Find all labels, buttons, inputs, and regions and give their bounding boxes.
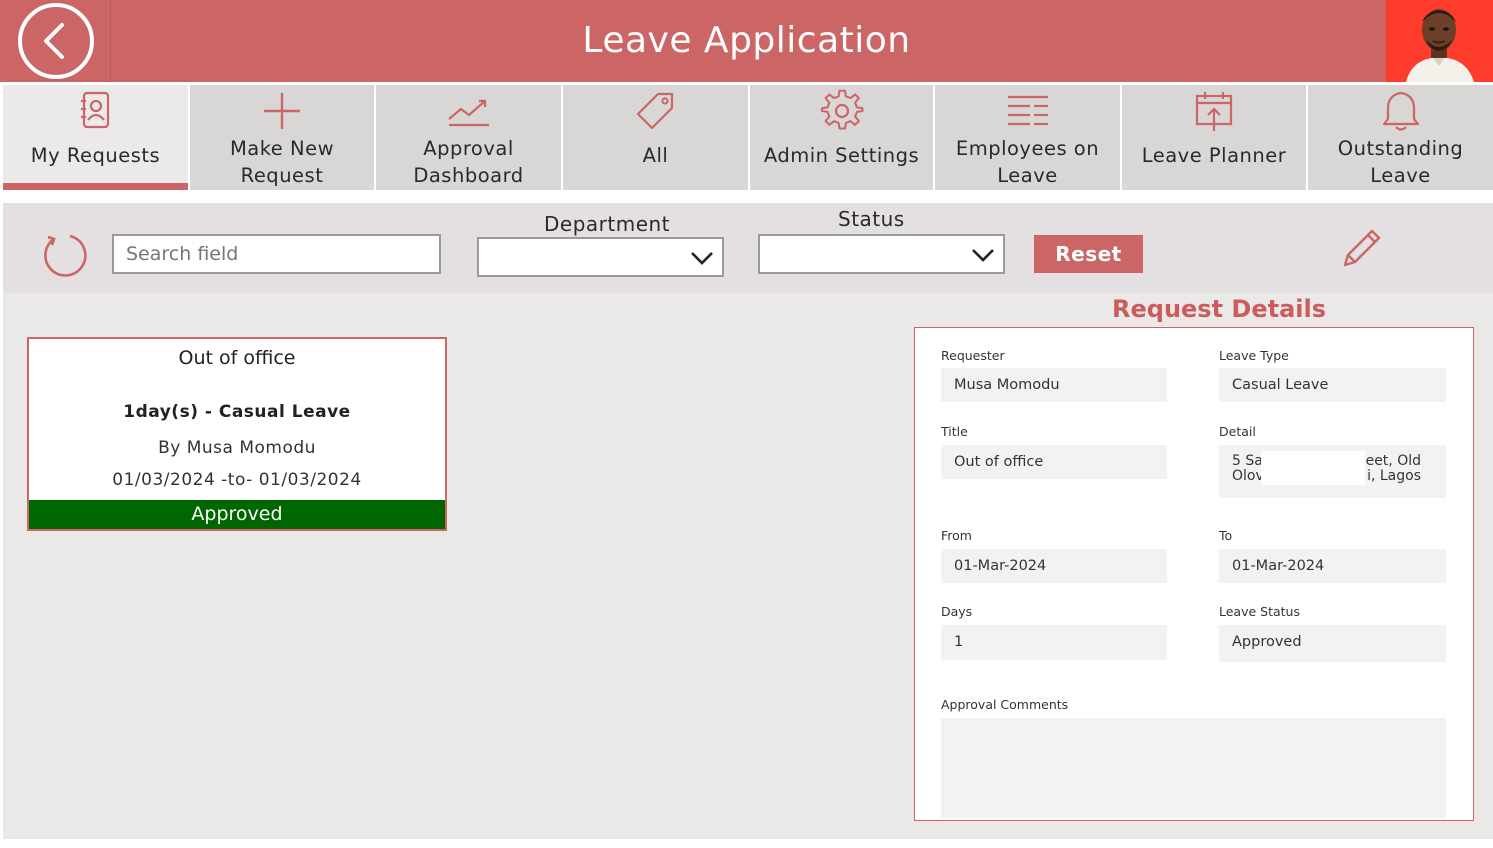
card-title: Out of office [178, 347, 296, 369]
tab-admin-settings[interactable]: Admin Settings [750, 85, 933, 190]
from-label: From [941, 528, 972, 543]
list-icon [1007, 95, 1048, 126]
approval-comments-field [941, 718, 1446, 818]
detail-line2-right: i, Lagos [1367, 468, 1421, 484]
tab-label: My Requests [30, 144, 161, 167]
detail-line2-left: Olov [1232, 468, 1264, 484]
gear-icon [820, 89, 863, 130]
bell-icon [1382, 91, 1419, 131]
nav-tabs: My Requests Make New Request Approval Da… [0, 82, 1493, 190]
leave-type-field: Casual Leave [1219, 368, 1446, 402]
chevron-down-icon [691, 252, 713, 265]
title-field: Out of office [941, 445, 1167, 479]
leave-status-field: Approved [1219, 625, 1446, 662]
requester-field: Musa Momodu [941, 368, 1167, 402]
filter-bar: Department Status Reset [3, 203, 1493, 293]
detail-line1-right: eet, Old [1365, 453, 1421, 469]
days-label: Days [941, 604, 973, 619]
status-dropdown[interactable] [758, 234, 1005, 274]
leave-type-label: Leave Type [1219, 348, 1289, 363]
bottom-strip [0, 839, 1493, 848]
detail-label: Detail [1219, 424, 1256, 439]
from-field: 01-Mar-2024 [941, 549, 1167, 583]
user-avatar[interactable] [1386, 0, 1493, 82]
tab-all[interactable]: All [563, 85, 748, 190]
tab-my-requests[interactable]: My Requests [3, 85, 188, 190]
tab-label: Leave Planner [1141, 144, 1287, 167]
active-tab-indicator [3, 183, 188, 190]
app-title: Leave Application [582, 20, 911, 61]
card-dates: 01/03/2024 -to- 01/03/2024 [112, 470, 362, 490]
refresh-icon[interactable] [40, 231, 88, 279]
detail-line1-left: 5 Sa [1232, 453, 1263, 469]
tag-icon [636, 92, 673, 130]
tab-label: All [642, 144, 669, 167]
tab-label: Make New Request [229, 137, 335, 187]
redacted-block [1261, 451, 1365, 485]
title-label: Title [941, 424, 968, 439]
tab-employees-on-leave[interactable]: Employees on Leave [935, 85, 1120, 190]
leave-request-card[interactable]: Out of office 1day(s) - Casual Leave By … [27, 337, 447, 531]
leave-status-label: Leave Status [1219, 604, 1300, 619]
tab-leave-planner[interactable]: Leave Planner [1122, 85, 1306, 190]
request-details-heading: Request Details [1112, 295, 1327, 323]
chevron-down-icon [972, 249, 994, 262]
tab-label: Employees on Leave [955, 137, 1100, 187]
search-input[interactable] [112, 234, 441, 274]
status-label: Status [838, 207, 905, 231]
request-details-panel: Requester Musa Momodu Leave Type Casual … [914, 327, 1474, 821]
to-field: 01-Mar-2024 [1219, 549, 1446, 583]
to-label: To [1219, 528, 1233, 543]
approval-comments-label: Approval Comments [941, 697, 1069, 712]
reset-button[interactable]: Reset [1034, 235, 1143, 273]
plus-icon [264, 93, 300, 129]
pencil-icon[interactable] [1339, 225, 1385, 271]
card-requester: By Musa Momodu [158, 438, 316, 458]
calendar-upload-icon [1195, 92, 1233, 131]
tab-approval-dashboard[interactable]: Approval Dashboard [376, 85, 561, 190]
status-badge: Approved [29, 500, 445, 529]
detail-field: 5 Sa eet, Old Olov i, Lagos [1219, 445, 1446, 498]
department-dropdown[interactable] [477, 237, 724, 277]
tab-label: Outstanding Leave [1337, 137, 1464, 187]
tab-make-new-request[interactable]: Make New Request [190, 85, 374, 190]
tab-label: Admin Settings [763, 144, 920, 167]
department-label: Department [544, 212, 671, 236]
tab-outstanding-leave[interactable]: Outstanding Leave [1308, 85, 1493, 190]
app-header: Leave Application [0, 0, 1493, 82]
contact-book-icon [80, 91, 109, 129]
card-summary: 1day(s) - Casual Leave [123, 402, 351, 422]
requester-label: Requester [941, 348, 1005, 363]
days-field: 1 [941, 625, 1167, 660]
trend-chart-icon [447, 99, 489, 127]
tab-label: Approval Dashboard [413, 137, 524, 187]
